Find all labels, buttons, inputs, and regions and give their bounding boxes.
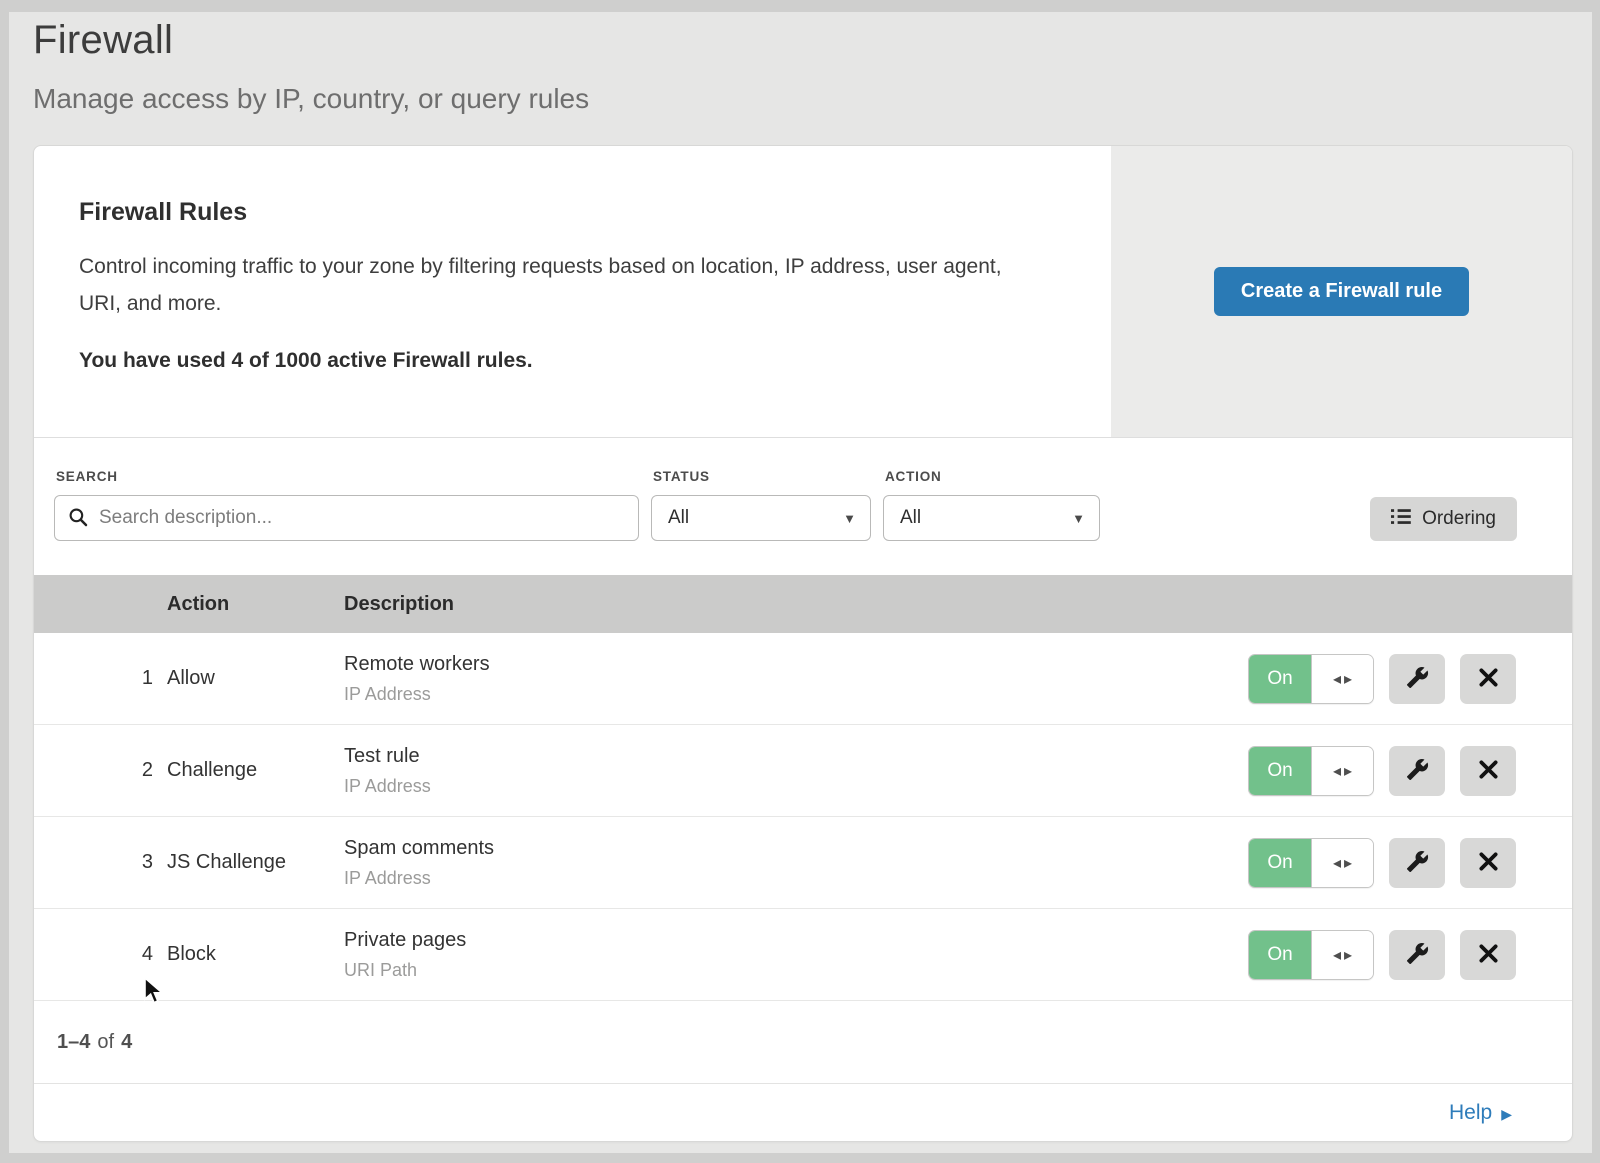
action-select[interactable]: All ▼ xyxy=(883,495,1100,541)
rule-action: JS Challenge xyxy=(167,851,344,874)
rule-enabled-toggle[interactable]: On ◂▸ xyxy=(1248,746,1374,796)
pagination-range: 1–4 xyxy=(57,1031,90,1054)
table-row: 3 JS Challenge Spam comments IP Address … xyxy=(34,816,1572,908)
close-icon xyxy=(1478,943,1499,967)
rule-description: Private pages xyxy=(344,929,1248,952)
pagination: 1–4 of 4 xyxy=(34,1000,1572,1083)
firewall-rules-card: Firewall Rules Control incoming traffic … xyxy=(33,145,1573,1142)
rules-header-text: Firewall Rules Control incoming traffic … xyxy=(34,146,1111,437)
page-title: Firewall xyxy=(33,18,1592,63)
table-body: 1 Allow Remote workers IP Address On ◂▸ xyxy=(34,633,1572,1000)
create-firewall-rule-button[interactable]: Create a Firewall rule xyxy=(1214,267,1469,316)
status-filter-group: STATUS All ▼ xyxy=(651,469,871,541)
rule-match-type: IP Address xyxy=(344,684,1248,705)
rule-match-type: URI Path xyxy=(344,960,1248,981)
rule-controls: On ◂▸ xyxy=(1248,930,1572,980)
table-header: Action Description xyxy=(34,575,1572,633)
toggle-arrows-icon: ◂▸ xyxy=(1311,839,1373,887)
delete-rule-button[interactable] xyxy=(1460,930,1516,980)
edit-rule-button[interactable] xyxy=(1389,654,1445,704)
ordering-button-label: Ordering xyxy=(1422,508,1496,530)
column-header-action: Action xyxy=(167,593,344,616)
wrench-icon xyxy=(1406,850,1429,876)
close-icon xyxy=(1478,667,1499,691)
page: Firewall Manage access by IP, country, o… xyxy=(9,12,1592,1153)
rule-description-cell: Private pages URI Path xyxy=(344,929,1248,981)
delete-rule-button[interactable] xyxy=(1460,838,1516,888)
action-select-value: All xyxy=(900,507,921,529)
delete-rule-button[interactable] xyxy=(1460,654,1516,704)
close-icon xyxy=(1478,851,1499,875)
chevron-down-icon: ▼ xyxy=(1072,511,1085,526)
page-header: Firewall Manage access by IP, country, o… xyxy=(9,12,1592,115)
toggle-arrows-icon: ◂▸ xyxy=(1311,655,1373,703)
rule-action: Challenge xyxy=(167,759,344,782)
rules-usage-count: You have used 4 of 1000 active Firewall … xyxy=(79,349,1071,373)
rule-priority: 3 xyxy=(34,851,167,874)
search-filter-group: SEARCH xyxy=(54,469,639,541)
rule-controls: On ◂▸ xyxy=(1248,654,1572,704)
rule-enabled-toggle[interactable]: On ◂▸ xyxy=(1248,838,1374,888)
status-select-value: All xyxy=(668,507,689,529)
wrench-icon xyxy=(1406,666,1429,692)
rule-controls: On ◂▸ xyxy=(1248,746,1572,796)
rule-action: Block xyxy=(167,943,344,966)
delete-rule-button[interactable] xyxy=(1460,746,1516,796)
card-footer: Help ▶ xyxy=(34,1083,1572,1141)
rules-description: Control incoming traffic to your zone by… xyxy=(79,249,1029,323)
pagination-total: 4 xyxy=(121,1031,132,1054)
rule-controls: On ◂▸ xyxy=(1248,838,1572,888)
rules-title: Firewall Rules xyxy=(79,198,1071,227)
rule-action: Allow xyxy=(167,667,344,690)
table-row: 1 Allow Remote workers IP Address On ◂▸ xyxy=(34,633,1572,724)
search-box xyxy=(54,495,639,541)
search-input[interactable] xyxy=(54,495,639,541)
rule-match-type: IP Address xyxy=(344,868,1248,889)
close-icon xyxy=(1478,759,1499,783)
edit-rule-button[interactable] xyxy=(1389,838,1445,888)
rule-priority: 2 xyxy=(34,759,167,782)
help-link[interactable]: Help ▶ xyxy=(1449,1101,1512,1125)
pagination-of: of xyxy=(97,1031,114,1054)
toggle-on-label: On xyxy=(1249,839,1311,887)
edit-rule-button[interactable] xyxy=(1389,930,1445,980)
status-select[interactable]: All ▼ xyxy=(651,495,871,541)
page-subtitle: Manage access by IP, country, or query r… xyxy=(33,83,1592,115)
rules-header-section: Firewall Rules Control incoming traffic … xyxy=(34,146,1572,438)
create-rule-panel: Create a Firewall rule xyxy=(1111,146,1572,437)
rule-description-cell: Remote workers IP Address xyxy=(344,653,1248,705)
search-label: SEARCH xyxy=(56,469,639,484)
rule-priority: 4 xyxy=(34,943,167,966)
rule-description-cell: Spam comments IP Address xyxy=(344,837,1248,889)
list-ordering-icon xyxy=(1391,508,1411,531)
ordering-button[interactable]: Ordering xyxy=(1370,497,1517,541)
filter-bar: SEARCH STATUS All ▼ ACTION All xyxy=(34,438,1572,575)
toggle-arrows-icon: ◂▸ xyxy=(1311,747,1373,795)
wrench-icon xyxy=(1406,942,1429,968)
rule-description-cell: Test rule IP Address xyxy=(344,745,1248,797)
rule-description: Remote workers xyxy=(344,653,1248,676)
arrow-right-icon: ▶ xyxy=(1501,1105,1512,1121)
chevron-down-icon: ▼ xyxy=(843,511,856,526)
table-row: 4 Block Private pages URI Path On ◂▸ xyxy=(34,908,1572,1000)
rule-enabled-toggle[interactable]: On ◂▸ xyxy=(1248,930,1374,980)
action-label: ACTION xyxy=(885,469,1100,484)
edit-rule-button[interactable] xyxy=(1389,746,1445,796)
rule-enabled-toggle[interactable]: On ◂▸ xyxy=(1248,654,1374,704)
toggle-on-label: On xyxy=(1249,655,1311,703)
toggle-on-label: On xyxy=(1249,747,1311,795)
action-filter-group: ACTION All ▼ xyxy=(883,469,1100,541)
toggle-on-label: On xyxy=(1249,931,1311,979)
toggle-arrows-icon: ◂▸ xyxy=(1311,931,1373,979)
rule-description: Test rule xyxy=(344,745,1248,768)
rule-match-type: IP Address xyxy=(344,776,1248,797)
table-row: 2 Challenge Test rule IP Address On ◂▸ xyxy=(34,724,1572,816)
wrench-icon xyxy=(1406,758,1429,784)
status-label: STATUS xyxy=(653,469,871,484)
column-header-description: Description xyxy=(344,593,1572,616)
help-link-label: Help xyxy=(1449,1101,1492,1125)
rule-priority: 1 xyxy=(34,667,167,690)
rule-description: Spam comments xyxy=(344,837,1248,860)
